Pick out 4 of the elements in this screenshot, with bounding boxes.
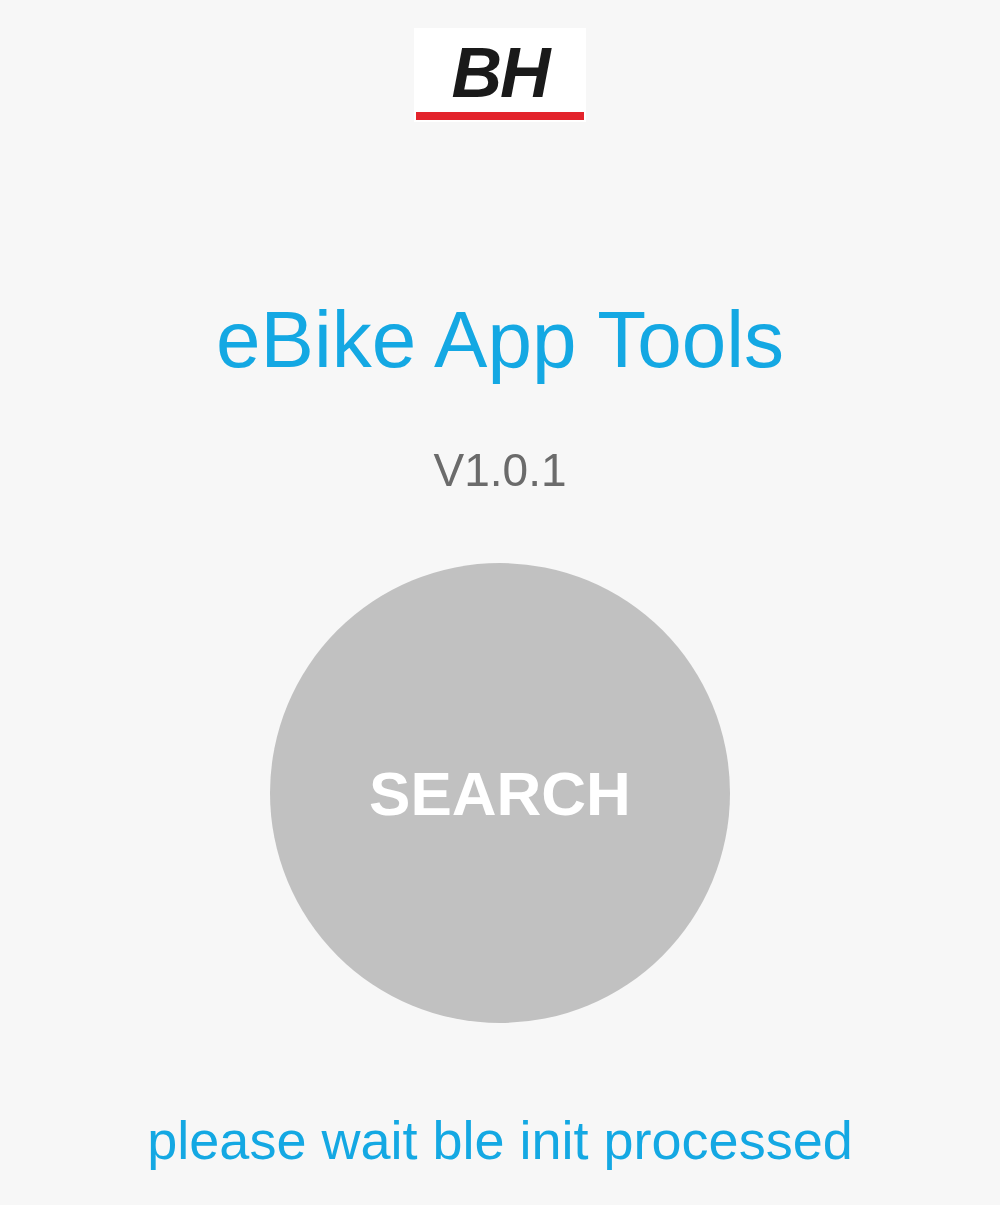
status-message: please wait ble init processed <box>147 1109 853 1172</box>
version-label: V1.0.1 <box>433 443 567 498</box>
logo-text: BH <box>451 38 549 108</box>
app-title: eBike App Tools <box>216 294 784 386</box>
